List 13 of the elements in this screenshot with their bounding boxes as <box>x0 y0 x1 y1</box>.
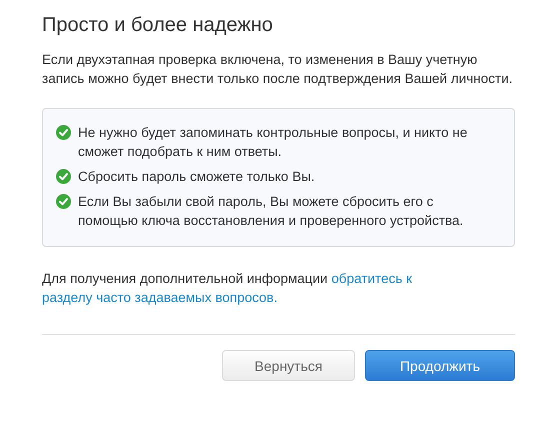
intro-text: Если двухэтапная проверка включена, то изменения в Вашу учетную запись можно будет внести только после подтверждения Вашей личности. <box>42 51 514 88</box>
dialog-title: Просто и более надежно <box>42 14 274 37</box>
back-button[interactable]: Вернуться <box>222 350 355 381</box>
info-text: Для получения дополнительной информации <box>42 271 328 286</box>
continue-button[interactable]: Продолжить <box>365 350 515 381</box>
check-icon <box>56 169 71 184</box>
faq-link[interactable]: обратитесь к <box>331 271 412 286</box>
check-icon <box>56 125 71 140</box>
check-icon <box>56 194 71 209</box>
benefit-text: Не нужно будет запоминать контрольные вопросы, и никто не сможет подобрать к ним ответы. <box>78 124 468 161</box>
benefit-text: Сбросить пароль сможете только Вы. <box>78 168 316 186</box>
benefit-text: Если Вы забыли свой пароль, Вы можете сбросить его с помощью ключа восстановления и проверенного устройства. <box>78 193 464 230</box>
faq-link[interactable]: разделу часто задаваемых вопросов. <box>42 290 278 305</box>
